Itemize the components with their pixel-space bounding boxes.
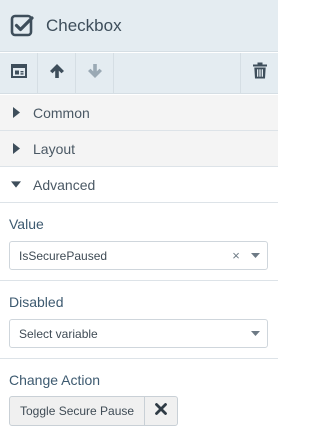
- section-common-label: Common: [33, 104, 90, 121]
- divider: [0, 280, 278, 281]
- move-down-button[interactable]: [76, 53, 114, 93]
- panel-title: Checkbox: [46, 15, 122, 35]
- change-action-chip: Toggle Secure Pause: [9, 396, 179, 426]
- arrow-up-icon: [49, 63, 65, 84]
- move-up-button[interactable]: [38, 53, 76, 93]
- disabled-field-label: Disabled: [9, 294, 64, 310]
- layout-icon: [10, 63, 27, 83]
- caret-down-icon: [11, 179, 21, 191]
- value-field-label: Value: [9, 216, 44, 232]
- arrow-down-icon: [87, 63, 103, 84]
- section-advanced[interactable]: Advanced: [0, 167, 278, 203]
- chevron-down-icon: [246, 242, 264, 269]
- disabled-select-placeholder: Select variable: [19, 326, 98, 341]
- close-icon: [155, 402, 167, 420]
- clear-icon[interactable]: ×: [228, 248, 244, 263]
- caret-right-icon: [11, 143, 21, 155]
- change-action-name[interactable]: Toggle Secure Pause: [10, 397, 146, 425]
- remove-action-button[interactable]: [145, 397, 177, 425]
- toolbar: [0, 53, 278, 94]
- change-action-label: Change Action: [9, 372, 101, 388]
- trash-icon: [252, 62, 267, 84]
- chevron-down-icon: [246, 320, 264, 347]
- panel-header: Checkbox: [0, 0, 278, 52]
- caret-right-icon: [11, 107, 21, 119]
- divider: [0, 358, 278, 359]
- checkbox-checked-icon: [10, 14, 34, 38]
- value-select[interactable]: IsSecurePaused ×: [9, 241, 268, 270]
- section-layout[interactable]: Layout: [0, 131, 278, 167]
- disabled-select[interactable]: Select variable: [9, 319, 268, 348]
- value-select-value: IsSecurePaused: [19, 248, 108, 263]
- section-common[interactable]: Common: [0, 95, 278, 131]
- layout-button[interactable]: [0, 53, 38, 93]
- delete-button[interactable]: [240, 53, 278, 93]
- section-advanced-label: Advanced: [33, 176, 96, 193]
- section-layout-label: Layout: [33, 140, 76, 157]
